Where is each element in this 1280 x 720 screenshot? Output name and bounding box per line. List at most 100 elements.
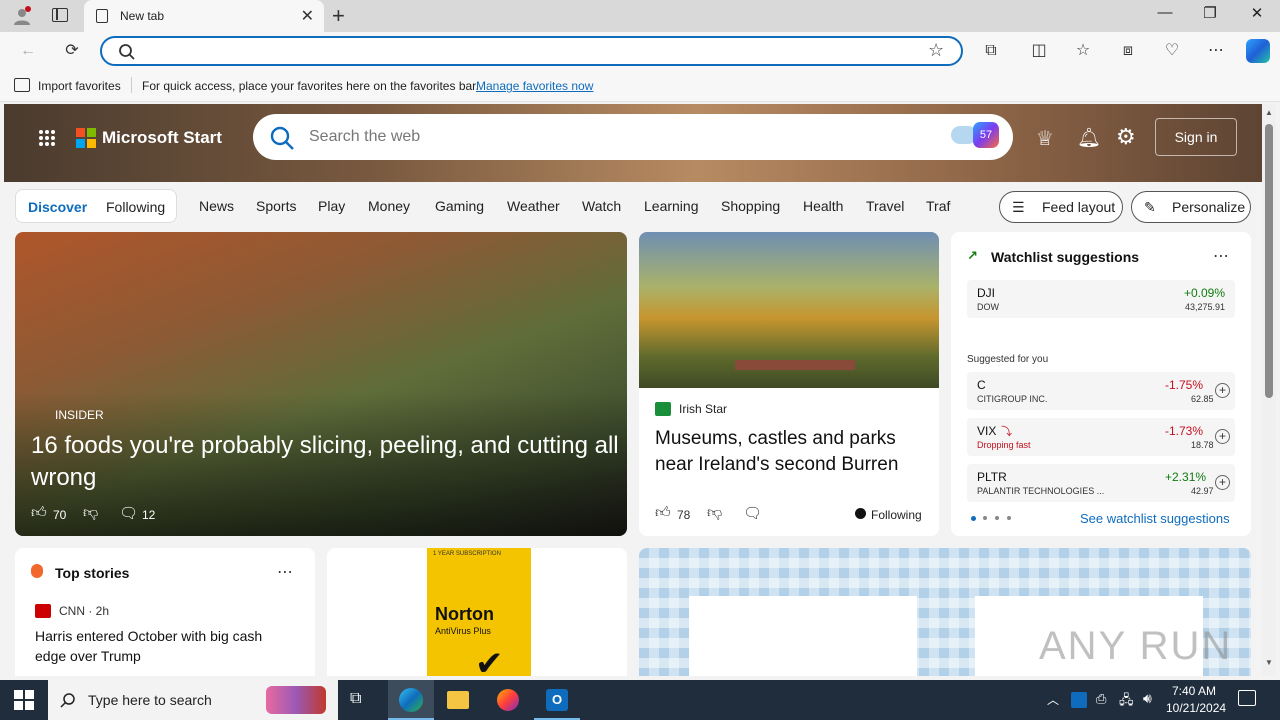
pager-dot[interactable] [1007,516,1011,520]
manage-favorites-link[interactable]: Manage favorites now [476,79,593,93]
nav-play[interactable]: Play [318,198,345,214]
minimize-icon[interactable]: — [1145,4,1185,21]
page-scrollbar[interactable]: ▲ ▼ [1262,104,1276,676]
favorites-icon[interactable]: ☆ [1071,40,1095,62]
nav-travel[interactable]: Travel [866,198,904,214]
dislike-icon[interactable]: 👎︎ [83,504,98,522]
add-stock-icon[interactable]: + [1215,475,1230,490]
taskbar-search-box[interactable]: Type here to search [48,680,338,720]
close-tab-icon[interactable]: ✕ [301,6,314,26]
feed-layout-label: Feed layout [1042,199,1116,215]
nav-sports[interactable]: Sports [256,198,296,214]
settings-gear-icon[interactable]: ⚙ [1116,124,1136,150]
start-windows-icon[interactable] [14,690,34,710]
notifications-icon[interactable] [1238,690,1256,706]
collections-icon[interactable]: ⧈ [1116,40,1140,62]
pager-dot[interactable] [971,516,976,521]
like-count: 70 [53,508,67,522]
file-explorer-icon[interactable] [447,691,469,709]
following-label[interactable]: Following [871,508,922,522]
pager-dots[interactable] [971,516,1021,522]
feed-layout-button[interactable]: ☰ Feed layout [999,191,1123,223]
personalize-button[interactable]: ✎ Personalize [1131,191,1251,223]
tray-app-icon[interactable]: ⎙ [1096,691,1106,707]
ad-card[interactable]: 1 YEAR SUBSCRIPTION Norton AntiVirus Plu… [327,548,627,676]
scroll-down-icon[interactable]: ▼ [1265,658,1273,667]
copilot-badge-icon[interactable]: 57 [973,122,999,148]
tab-actions-icon[interactable] [52,8,68,22]
rewards-trophy-icon[interactable]: ♕ [1036,126,1054,151]
extensions-icon[interactable]: ⧉ [979,40,1003,62]
watchlist-title: Watchlist suggestions [991,249,1140,265]
profile-icon[interactable] [12,6,32,26]
like-icon[interactable]: 👍︎ [31,504,47,522]
brand-name[interactable]: Microsoft Start [102,128,222,148]
browser-essentials-icon[interactable]: ♡ [1160,40,1184,62]
notifications-bell-icon[interactable]: 🔔︎ [1077,126,1101,150]
tab-new-tab[interactable]: New tab ✕ [84,0,324,32]
add-stock-icon[interactable]: + [1215,429,1230,444]
favorite-star-icon[interactable]: ☆ [928,40,944,61]
nav-traffic[interactable]: Traf [926,198,950,214]
watchlist-more-icon[interactable]: ⋯ [1213,246,1229,266]
stock-name: CITIGROUP INC. [977,394,1048,404]
comment-icon[interactable]: 🗨︎ [743,504,762,522]
import-icon[interactable] [14,78,30,92]
task-view-icon[interactable]: ⧉ [350,690,361,708]
stock-row[interactable]: VIX ⤵ -1.73% Dropping fast 18.78 + [967,418,1235,456]
add-stock-icon[interactable]: + [1215,383,1230,398]
restore-icon[interactable]: ❐ [1190,4,1230,22]
hero-article-card[interactable]: INSIDER 16 foods you're probably slicing… [15,232,627,536]
app-launcher-icon[interactable] [38,129,56,147]
tray-outlook-icon[interactable] [1071,692,1087,708]
nav-news[interactable]: News [199,198,234,214]
refresh-icon[interactable]: ⟳ [60,40,84,62]
more-icon[interactable]: ⋯ [1204,40,1228,62]
network-icon[interactable]: 🖧︎ [1119,691,1134,713]
pager-dot[interactable] [983,516,987,520]
tab-following[interactable]: Following [106,199,165,215]
scroll-thumb[interactable] [1265,124,1273,398]
volume-icon[interactable]: 🔊︎ [1143,690,1152,707]
nav-health[interactable]: Health [803,198,843,214]
clock-date[interactable]: 10/21/2024 [1166,701,1226,715]
stock-value: 42.97 [1191,486,1214,496]
nav-watch[interactable]: Watch [582,198,621,214]
image-article-card[interactable]: ANY RUN [639,548,1251,676]
stock-row[interactable]: C -1.75% CITIGROUP INC. 62.85 + [967,372,1235,410]
tab-discover[interactable]: Discover [28,199,87,215]
article-headline[interactable]: 16 foods you're probably slicing, peelin… [31,430,621,494]
nav-shopping[interactable]: Shopping [721,198,780,214]
nav-money[interactable]: Money [368,198,410,214]
ireland-article-card[interactable]: Irish Star Museums, castles and parks ne… [639,232,939,536]
split-screen-icon[interactable]: ◫ [1027,40,1051,62]
back-icon[interactable]: ← [16,40,40,62]
nav-learning[interactable]: Learning [644,198,699,214]
web-search-box[interactable]: Search the web 57 [253,114,1013,160]
scroll-up-icon[interactable]: ▲ [1265,108,1273,117]
new-tab-icon[interactable]: + [332,3,345,29]
pager-dot[interactable] [995,516,999,520]
tab-strip: New tab ✕ + — ❐ ✕ [0,0,1280,32]
close-window-icon[interactable]: ✕ [1237,4,1277,22]
nav-weather[interactable]: Weather [507,198,560,214]
comment-icon[interactable]: 🗨︎ [119,504,138,522]
dislike-icon[interactable]: 👎︎ [707,504,722,522]
outlook-icon[interactable]: O [534,680,580,720]
sign-in-button[interactable]: Sign in [1155,118,1237,156]
see-watchlist-link[interactable]: See watchlist suggestions [1080,511,1230,526]
article-headline[interactable]: Museums, castles and parks near Ireland'… [655,426,931,478]
story-headline[interactable]: Harris entered October with big cash edg… [35,626,285,666]
like-icon[interactable]: 👍︎ [655,504,671,522]
edge-taskbar-icon[interactable] [388,680,434,720]
import-favorites-button[interactable]: Import favorites [38,79,121,93]
copilot-icon[interactable] [1246,39,1270,63]
firefox-icon[interactable] [497,689,519,711]
stock-row[interactable]: PLTR +2.31% PALANTIR TECHNOLOGIES ... 42… [967,464,1235,502]
top-stories-more-icon[interactable]: ⋯ [277,562,293,582]
address-bar[interactable]: ☆ [100,36,963,66]
clock-time[interactable]: 7:40 AM [1172,684,1216,698]
stock-row-primary[interactable]: DJI +0.09% DOW 43,275.91 [967,280,1235,318]
tray-chevron-icon[interactable]: ︿ [1047,691,1059,708]
nav-gaming[interactable]: Gaming [435,198,484,214]
